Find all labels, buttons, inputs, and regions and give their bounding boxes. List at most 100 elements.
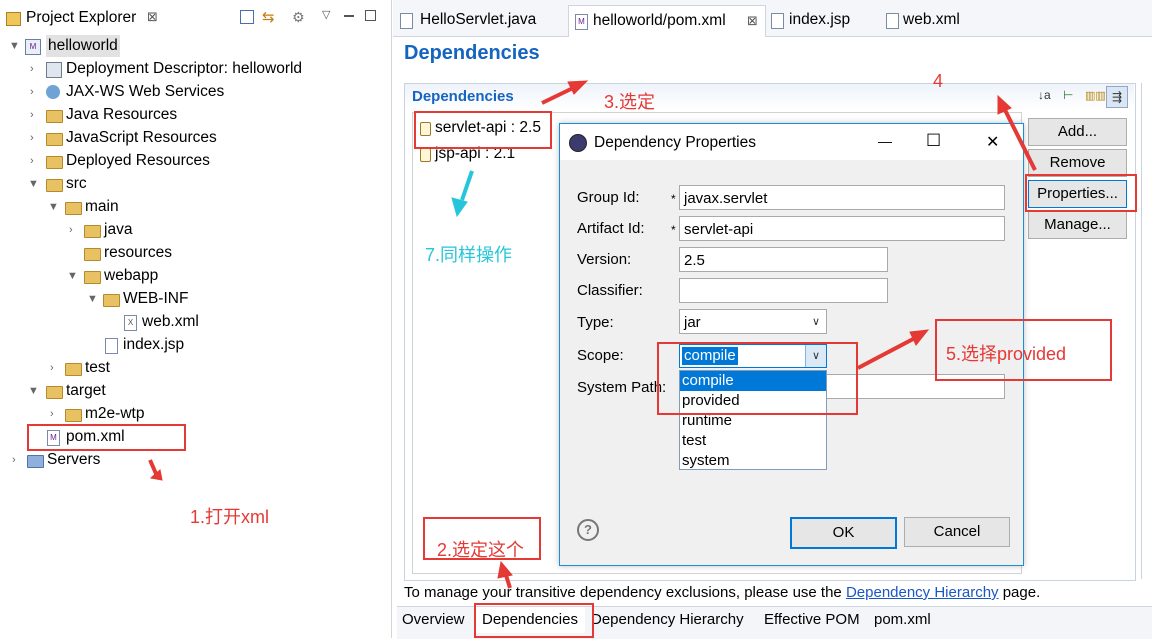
tab-pom-xml[interactable]: M helloworld/pom.xml ⊠ xyxy=(568,5,766,37)
close-icon[interactable]: ⊠ xyxy=(147,9,158,25)
tab-pom-source[interactable]: pom.xml xyxy=(874,607,931,633)
tab-label: index.jsp xyxy=(789,11,851,28)
manage-button[interactable]: Manage... xyxy=(1028,211,1127,239)
scope-option-test[interactable]: test xyxy=(680,431,826,451)
page-title: Dependencies xyxy=(404,42,540,64)
folder-icon xyxy=(65,409,82,422)
tree-label: webapp xyxy=(104,267,159,284)
artifact-id-field[interactable]: servlet-api xyxy=(679,216,1005,241)
eclipse-icon xyxy=(569,134,587,152)
artifact-id-label: Artifact Id: xyxy=(577,220,645,237)
chevron-right-icon[interactable]: › xyxy=(69,219,73,241)
required-mark: * xyxy=(671,223,676,237)
tree-view-icon[interactable]: ⊢ xyxy=(1063,88,1073,102)
chevron-right-icon[interactable]: › xyxy=(30,81,34,103)
sort-icon[interactable]: ↓a xyxy=(1038,88,1051,102)
system-path-label: System Path: xyxy=(577,379,667,396)
section-title: Dependencies xyxy=(412,88,514,105)
chevron-right-icon[interactable]: › xyxy=(30,104,34,126)
chevron-right-icon[interactable]: › xyxy=(30,127,34,149)
close-icon[interactable]: ⊠ xyxy=(747,7,758,34)
add-button[interactable]: Add... xyxy=(1028,118,1127,146)
help-icon[interactable]: ? xyxy=(577,519,599,541)
scope-value: compile xyxy=(682,347,738,365)
tree-label: main xyxy=(85,198,119,215)
maven-pom-icon: M xyxy=(575,14,588,30)
tree-label: web.xml xyxy=(142,313,199,330)
maven-project-icon: M xyxy=(25,39,41,55)
dependency-label: servlet-api : 2.5 xyxy=(435,119,541,136)
chevron-down-icon[interactable]: ∨ xyxy=(805,345,826,367)
footer-text: page. xyxy=(1002,584,1041,601)
folder-icon xyxy=(46,179,63,192)
jsp-file-icon xyxy=(771,13,784,29)
tree-row-helloworld[interactable]: ▼ M helloworld xyxy=(0,35,260,57)
scope-select[interactable]: compile ∨ xyxy=(679,344,827,368)
explorer-title[interactable]: Project Explorer xyxy=(26,9,136,27)
properties-button[interactable]: Properties... xyxy=(1028,180,1127,208)
type-select[interactable]: jar ∨ xyxy=(679,309,827,334)
chevron-right-icon[interactable]: › xyxy=(30,58,34,80)
link-editor-icon[interactable]: ⇆ xyxy=(262,8,275,26)
cancel-button[interactable]: Cancel xyxy=(904,517,1010,547)
minimize-icon[interactable] xyxy=(344,15,354,17)
required-mark: * xyxy=(671,192,676,206)
chevron-down-icon[interactable]: ▼ xyxy=(67,265,78,287)
tree-label: JavaScript Resources xyxy=(66,129,217,146)
close-icon[interactable]: ✕ xyxy=(986,132,999,152)
chevron-right-icon[interactable]: › xyxy=(50,403,54,425)
footer-text: To manage your transitive dependency exc… xyxy=(404,584,842,601)
classifier-field[interactable] xyxy=(679,278,888,303)
tree-label: Deployment Descriptor: helloworld xyxy=(66,60,303,77)
scope-option-compile[interactable]: compile xyxy=(680,371,826,391)
remove-button[interactable]: Remove xyxy=(1028,149,1127,177)
filter-icon[interactable]: ⚙ xyxy=(292,9,305,26)
chevron-down-icon[interactable]: ▼ xyxy=(9,35,20,57)
tab-overview[interactable]: Overview xyxy=(402,607,465,633)
group-id-label: Group Id: xyxy=(577,189,640,206)
chevron-down-icon[interactable]: ∨ xyxy=(812,310,820,335)
version-field[interactable]: 2.5 xyxy=(679,247,888,272)
maximize-icon[interactable] xyxy=(365,10,376,21)
chevron-down-icon[interactable]: ▼ xyxy=(48,196,59,218)
tree-label: resources xyxy=(104,244,173,261)
annotation-step5: 5.选择provided xyxy=(946,344,1067,364)
chevron-right-icon[interactable]: › xyxy=(12,449,16,471)
scope-option-runtime[interactable]: runtime xyxy=(680,411,826,431)
maximize-icon[interactable]: ☐ xyxy=(926,131,941,151)
system-path-field[interactable] xyxy=(825,374,1005,399)
tab-dependency-hierarchy[interactable]: Dependency Hierarchy xyxy=(591,607,744,633)
chevron-down-icon[interactable]: ▼ xyxy=(28,173,39,195)
dependency-label: jsp-api : 2.1 xyxy=(435,145,516,162)
columns-icon[interactable]: ▥▥ xyxy=(1085,89,1106,102)
annotation-step4: 4 xyxy=(933,71,944,91)
tree-label: test xyxy=(85,359,110,376)
jsp-file-icon xyxy=(105,338,118,354)
chevron-down-icon[interactable]: ▼ xyxy=(28,380,39,402)
tree-label: m2e-wtp xyxy=(85,405,145,422)
group-id-field[interactable]: javax.servlet xyxy=(679,185,1005,210)
tab-label: HelloServlet.java xyxy=(420,11,537,28)
folder-icon xyxy=(65,202,82,215)
minimize-icon[interactable]: — xyxy=(878,133,892,149)
view-menu-icon[interactable]: ▽ xyxy=(322,8,330,21)
type-label: Type: xyxy=(577,314,614,331)
dependency-hierarchy-link[interactable]: Dependency Hierarchy xyxy=(846,584,999,601)
tree-label: java xyxy=(104,221,133,238)
annotation-step2: 2.选定这个 xyxy=(437,540,525,560)
filter-toggle-icon[interactable]: ⇶ xyxy=(1106,86,1128,108)
tab-effective-pom[interactable]: Effective POM xyxy=(764,607,860,633)
ok-button[interactable]: OK xyxy=(790,517,897,549)
scope-option-system[interactable]: system xyxy=(680,451,826,471)
scope-option-provided[interactable]: provided xyxy=(680,391,826,411)
section-header-bar xyxy=(405,84,1134,110)
collapse-all-icon[interactable] xyxy=(240,10,254,24)
chevron-right-icon[interactable]: › xyxy=(50,357,54,379)
jar-icon xyxy=(420,148,431,162)
java-file-icon xyxy=(400,13,413,29)
annotation-step1: 1.打开xml xyxy=(190,507,270,527)
tree-label: pom.xml xyxy=(66,428,125,445)
tab-dependencies[interactable]: Dependencies xyxy=(475,607,585,633)
chevron-down-icon[interactable]: ▼ xyxy=(87,288,98,310)
chevron-right-icon[interactable]: › xyxy=(30,150,34,172)
